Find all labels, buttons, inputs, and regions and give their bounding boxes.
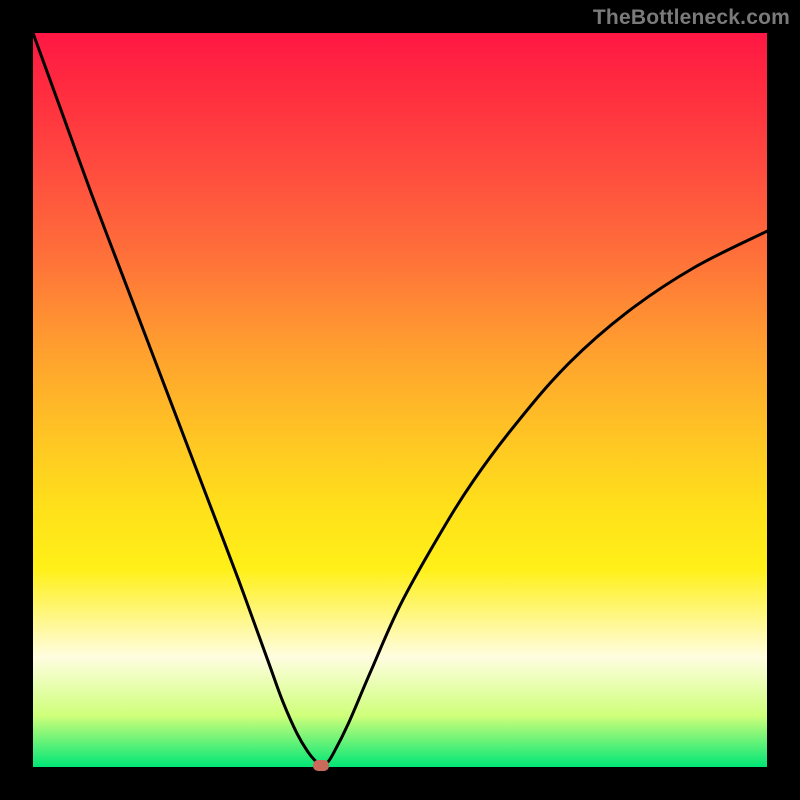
watermark-text: TheBottleneck.com: [593, 6, 790, 30]
chart-frame: TheBottleneck.com: [0, 0, 800, 800]
plot-area: [33, 33, 767, 767]
optimal-point-marker: [313, 760, 329, 771]
bottleneck-curve: [33, 33, 767, 767]
